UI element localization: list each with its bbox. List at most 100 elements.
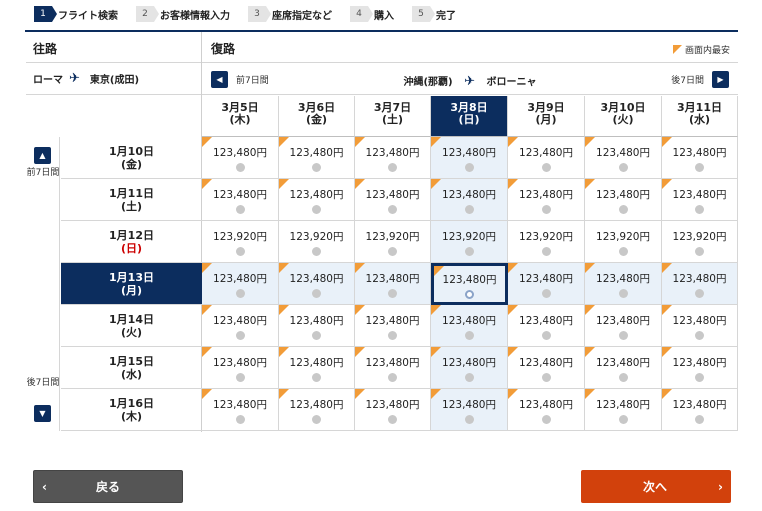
return-date-header[interactable]: 3月5日 (木) <box>202 96 279 137</box>
fare-radio-button[interactable] <box>464 247 474 256</box>
fare-cell[interactable]: 123,480円 <box>585 389 662 431</box>
return-date-header[interactable]: 3月11日 (水) <box>662 96 738 137</box>
fare-radio-button[interactable] <box>235 163 245 172</box>
previous-7-days-up-button[interactable]: ▲ <box>34 147 51 164</box>
fare-cell[interactable]: 123,480円 <box>662 179 738 221</box>
fare-radio-button[interactable] <box>541 331 551 340</box>
fare-radio-button[interactable] <box>464 373 474 382</box>
fare-cell[interactable]: 123,480円 <box>508 263 585 305</box>
return-next-7-days-button[interactable]: ▶ <box>712 71 729 88</box>
fare-cell[interactable]: 123,480円 <box>508 347 585 389</box>
fare-radio-button[interactable] <box>695 373 704 382</box>
fare-radio-button[interactable] <box>541 247 551 256</box>
return-date-header[interactable]: 3月10日 (火) <box>585 96 662 137</box>
outbound-date-row[interactable]: 1月10日 (金) <box>61 137 202 179</box>
fare-radio-button[interactable] <box>235 289 245 298</box>
fare-cell[interactable]: 123,920円 <box>279 221 355 263</box>
fare-radio-button[interactable] <box>464 415 474 424</box>
fare-cell[interactable]: 123,480円 <box>431 179 508 221</box>
fare-cell[interactable]: 123,480円 <box>355 137 431 179</box>
fare-radio-button[interactable] <box>695 163 704 172</box>
fare-radio-button[interactable] <box>541 289 551 298</box>
return-date-header[interactable]: 3月7日 (土) <box>355 96 431 137</box>
fare-radio-button[interactable] <box>541 205 551 214</box>
outbound-date-row[interactable]: 1月13日 (月) <box>61 263 202 305</box>
fare-radio-button[interactable] <box>312 163 321 172</box>
fare-cell[interactable]: 123,480円 <box>508 179 585 221</box>
fare-cell[interactable]: 123,480円 <box>355 263 431 305</box>
fare-radio-button[interactable] <box>312 373 321 382</box>
outbound-date-row[interactable]: 1月15日 (水) <box>61 347 202 389</box>
fare-cell[interactable]: 123,480円 <box>202 263 279 305</box>
fare-radio-button[interactable] <box>465 290 474 299</box>
fare-radio-button[interactable] <box>235 415 245 424</box>
fare-cell[interactable]: 123,480円 <box>355 305 431 347</box>
fare-radio-button[interactable] <box>695 415 704 424</box>
fare-radio-button[interactable] <box>388 163 397 172</box>
outbound-date-row[interactable]: 1月11日 (土) <box>61 179 202 221</box>
fare-radio-button[interactable] <box>388 331 397 340</box>
fare-radio-button[interactable] <box>618 289 628 298</box>
fare-cell[interactable]: 123,480円 <box>662 263 738 305</box>
fare-radio-button[interactable] <box>695 247 704 256</box>
fare-cell[interactable]: 123,480円 <box>508 389 585 431</box>
fare-cell[interactable]: 123,480円 <box>431 263 508 305</box>
next-button[interactable]: 次へ › <box>581 470 731 503</box>
fare-radio-button[interactable] <box>388 415 397 424</box>
fare-cell[interactable]: 123,480円 <box>279 305 355 347</box>
fare-cell[interactable]: 123,480円 <box>431 389 508 431</box>
fare-cell[interactable]: 123,920円 <box>585 221 662 263</box>
fare-cell[interactable]: 123,480円 <box>508 305 585 347</box>
fare-radio-button[interactable] <box>388 373 397 382</box>
fare-radio-button[interactable] <box>388 289 397 298</box>
fare-cell[interactable]: 123,480円 <box>508 137 585 179</box>
fare-radio-button[interactable] <box>695 331 704 340</box>
fare-cell[interactable]: 123,480円 <box>662 305 738 347</box>
fare-cell[interactable]: 123,480円 <box>662 389 738 431</box>
fare-radio-button[interactable] <box>312 331 321 340</box>
fare-radio-button[interactable] <box>464 163 474 172</box>
fare-radio-button[interactable] <box>695 205 704 214</box>
fare-cell[interactable]: 123,920円 <box>202 221 279 263</box>
fare-cell[interactable]: 123,480円 <box>202 179 279 221</box>
fare-radio-button[interactable] <box>312 205 321 214</box>
fare-cell[interactable]: 123,480円 <box>585 179 662 221</box>
fare-radio-button[interactable] <box>312 247 321 256</box>
next-7-days-down-button[interactable]: ▼ <box>34 405 51 422</box>
fare-radio-button[interactable] <box>464 331 474 340</box>
fare-cell[interactable]: 123,480円 <box>279 179 355 221</box>
fare-radio-button[interactable] <box>541 415 551 424</box>
fare-cell[interactable]: 123,480円 <box>202 305 279 347</box>
fare-cell[interactable]: 123,480円 <box>202 347 279 389</box>
fare-radio-button[interactable] <box>618 163 628 172</box>
fare-cell[interactable]: 123,920円 <box>508 221 585 263</box>
fare-cell[interactable]: 123,480円 <box>431 137 508 179</box>
fare-cell[interactable]: 123,480円 <box>279 347 355 389</box>
fare-cell[interactable]: 123,480円 <box>431 347 508 389</box>
return-date-header[interactable]: 3月9日 (月) <box>508 96 585 137</box>
fare-radio-button[interactable] <box>464 205 474 214</box>
fare-cell[interactable]: 123,480円 <box>585 263 662 305</box>
fare-cell[interactable]: 123,480円 <box>585 137 662 179</box>
fare-cell[interactable]: 123,480円 <box>279 389 355 431</box>
fare-cell[interactable]: 123,480円 <box>431 305 508 347</box>
fare-cell[interactable]: 123,920円 <box>355 221 431 263</box>
outbound-date-row[interactable]: 1月14日 (火) <box>61 305 202 347</box>
fare-cell[interactable]: 123,480円 <box>585 347 662 389</box>
fare-cell[interactable]: 123,480円 <box>355 179 431 221</box>
fare-radio-button[interactable] <box>388 205 397 214</box>
fare-radio-button[interactable] <box>541 163 551 172</box>
fare-cell[interactable]: 123,480円 <box>355 389 431 431</box>
fare-cell[interactable]: 123,920円 <box>431 221 508 263</box>
fare-radio-button[interactable] <box>618 331 628 340</box>
fare-radio-button[interactable] <box>618 415 628 424</box>
fare-radio-button[interactable] <box>312 289 321 298</box>
fare-radio-button[interactable] <box>618 247 628 256</box>
fare-cell[interactable]: 123,480円 <box>202 137 279 179</box>
outbound-date-row[interactable]: 1月12日 (日) <box>61 221 202 263</box>
outbound-date-row[interactable]: 1月16日 (木) <box>61 389 202 431</box>
back-button[interactable]: ‹ 戻る <box>33 470 183 503</box>
fare-radio-button[interactable] <box>618 205 628 214</box>
fare-radio-button[interactable] <box>235 373 245 382</box>
fare-radio-button[interactable] <box>235 331 245 340</box>
